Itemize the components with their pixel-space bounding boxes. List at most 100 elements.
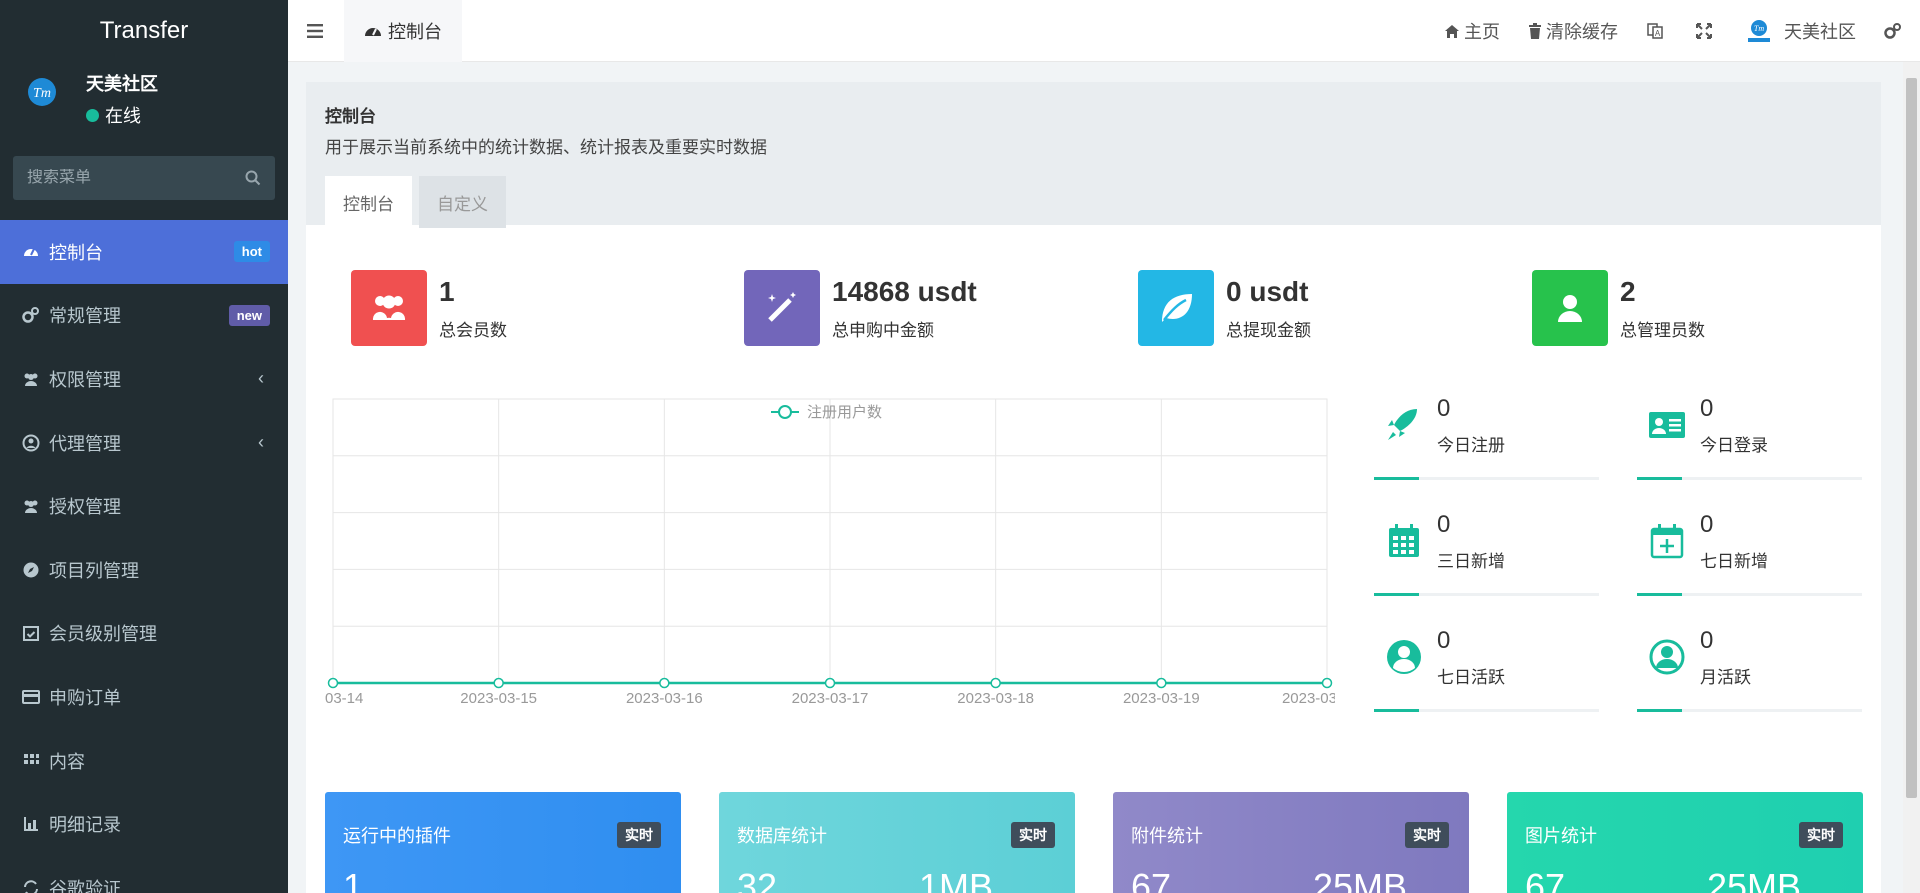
sidebar-item-google-auth[interactable]: 谷歌验证 (0, 856, 288, 893)
mini-stat-label: 七日新增 (1700, 552, 1768, 571)
stat-value: 14868 usdt (832, 275, 977, 307)
home-link[interactable]: 主页 (1430, 0, 1514, 62)
gears-icon (21, 305, 41, 325)
card-size: 25MB (1707, 866, 1802, 893)
x-tick-label: 2023-03-17 (792, 690, 869, 707)
data-point (493, 677, 504, 689)
page-description: 用于展示当前系统中的统计数据、统计报表及重要实时数据 (325, 138, 767, 157)
sidebar-item-orders[interactable]: 申购订单 (0, 665, 288, 729)
mini-stat-today-login: 0 今日登录 (1637, 395, 1862, 480)
sync-icon (21, 878, 41, 893)
stat-label: 总提现金额 (1226, 320, 1311, 340)
magic-wand-icon (744, 270, 820, 346)
card-title: 图片统计 (1525, 826, 1597, 846)
chevron-left-icon: ‹ (258, 432, 264, 453)
realtime-badge: 实时 (1011, 822, 1055, 848)
realtime-badge: 实时 (1799, 822, 1843, 848)
sidebar-item-projects[interactable]: 项目列管理 (0, 538, 288, 602)
tab-dashboard[interactable]: 控制台 (344, 0, 462, 62)
sidebar-item-label: 控制台 (49, 242, 103, 263)
dashboard-icon (365, 27, 381, 36)
fullscreen-button[interactable] (1682, 0, 1730, 62)
stat-label: 总管理员数 (1620, 320, 1705, 340)
search-icon[interactable] (245, 170, 261, 186)
sidebar-item-member-levels[interactable]: 会员级别管理 (0, 602, 288, 666)
card-value: 32 (737, 866, 778, 893)
sidebar-item-label: 授权管理 (49, 497, 121, 518)
sidebar-item-general[interactable]: 常规管理 new (0, 284, 288, 348)
card-images: 图片统计 实时 67 25MB (1507, 792, 1863, 893)
stats-row: 1 总会员数 14868 usdt 总申购中金额 0 usdt 总提现金额 2 … (306, 270, 1881, 350)
data-point (1321, 677, 1333, 689)
mini-stat-label: 七日活跃 (1437, 668, 1505, 687)
expand-icon (1696, 23, 1712, 39)
mini-stat-label: 今日注册 (1437, 436, 1505, 455)
sidebar-item-agent[interactable]: 代理管理 ‹ (0, 411, 288, 475)
sidebar-item-content[interactable]: 内容 (0, 729, 288, 793)
svg-text:A: A (1655, 29, 1661, 38)
sidebar-item-label: 内容 (49, 751, 85, 772)
avatar: Tm (14, 71, 70, 127)
svg-text:Tm: Tm (33, 86, 51, 101)
settings-button[interactable] (1870, 0, 1920, 62)
realtime-badge: 实时 (1405, 822, 1449, 848)
calendar-plus-icon (1650, 524, 1684, 559)
clear-cache-button[interactable]: 清除缓存 (1514, 0, 1632, 62)
user-menu[interactable]: Tm 天美社区 (1730, 0, 1870, 62)
calendar-check-icon (21, 623, 41, 643)
mini-stat-3day-new: 0 三日新增 (1374, 511, 1599, 596)
home-icon (1445, 24, 1459, 38)
legend-label: 注册用户数 (807, 404, 882, 421)
sidebar: Transfer Tm 天美社区 在线 控制台 hot 常规管理 new 权限 (0, 0, 288, 893)
registration-chart-svg: 03-14 2023-03-15 2023-03-16 2023-03-17 2023-… (325, 398, 1337, 707)
realtime-badge: 实时 (617, 822, 661, 848)
mini-stat-7day-new: 0 七日新增 (1637, 511, 1862, 596)
page-scrollbar[interactable] (1903, 62, 1920, 893)
sidebar-item-label: 权限管理 (49, 369, 121, 390)
card-size: 25MB (1313, 866, 1408, 893)
scrollbar-thumb[interactable] (1906, 78, 1917, 798)
card-value: 67 (1131, 866, 1172, 893)
user-avatar-icon: Tm (1748, 20, 1770, 42)
user-panel: Tm 天美社区 在线 (0, 62, 288, 136)
x-tick-label: 2023-03-19 (1123, 690, 1200, 707)
stat-members: 1 总会员数 (351, 270, 507, 346)
stat-label: 总申购中金额 (832, 320, 934, 340)
content-tabs: 控制台 自定义 (325, 176, 1863, 228)
sidebar-item-dashboard[interactable]: 控制台 hot (0, 220, 288, 284)
credit-card-icon (21, 687, 41, 707)
translate-button[interactable]: A (1632, 0, 1682, 62)
menu-search-input[interactable] (27, 169, 227, 187)
menu-toggle-icon[interactable] (288, 0, 344, 62)
menu-search (13, 156, 275, 200)
card-plugins: 运行中的插件 实时 1 (325, 792, 681, 893)
new-badge: new (228, 304, 270, 326)
stat-label: 总会员数 (439, 320, 507, 340)
tab-custom[interactable]: 自定义 (419, 176, 506, 228)
user-circle-icon (21, 433, 41, 453)
sidebar-item-permission[interactable]: 权限管理 ‹ (0, 347, 288, 411)
brand-title[interactable]: Transfer (0, 0, 288, 62)
mini-stat-monthly-active: 0 月活跃 (1637, 627, 1862, 712)
sidebar-item-label: 常规管理 (49, 306, 121, 327)
user-circle-icon (1387, 640, 1421, 674)
tab-dashboard[interactable]: 控制台 (325, 176, 412, 228)
mini-stat-value: 0 (1700, 511, 1714, 538)
data-point (990, 677, 1001, 689)
data-point (824, 677, 836, 689)
legend-marker (778, 405, 792, 419)
sidebar-item-records[interactable]: 明细记录 (0, 792, 288, 856)
gears-icon (1884, 23, 1901, 39)
sidebar-item-authorization[interactable]: 授权管理 (0, 474, 288, 538)
card-database: 数据库统计 实时 32 1MB (719, 792, 1075, 893)
sidebar-item-label: 谷歌验证 (49, 878, 121, 893)
stat-purchase-amount: 14868 usdt 总申购中金额 (744, 270, 977, 346)
sidebar-item-label: 会员级别管理 (49, 624, 157, 645)
online-dot-icon (86, 108, 99, 122)
sidebar-item-label: 项目列管理 (49, 560, 139, 581)
users-icon (351, 270, 427, 346)
mini-progress (1374, 477, 1599, 480)
stat-value: 2 (1620, 275, 1636, 307)
content-header: 控制台 用于展示当前系统中的统计数据、统计报表及重要实时数据 控制台 自定义 (306, 82, 1881, 228)
user-name: 天美社区 (86, 74, 158, 94)
